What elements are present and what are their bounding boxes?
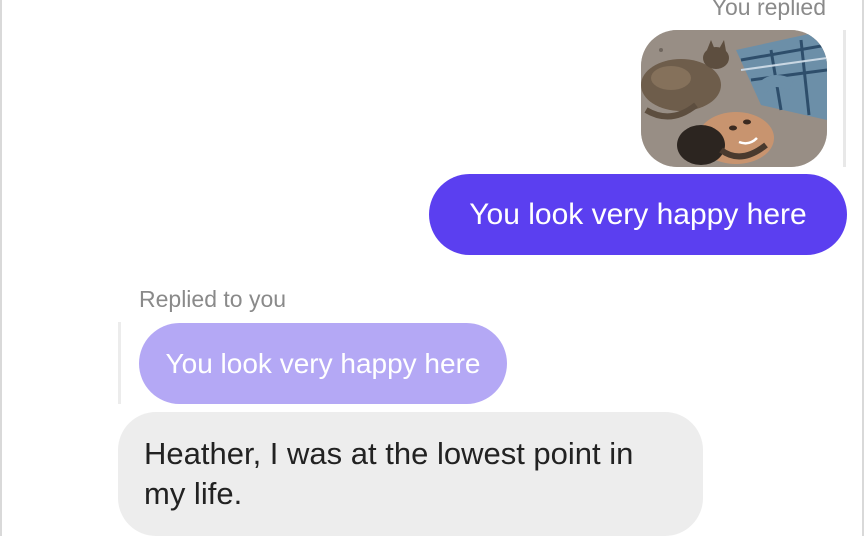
quote-bar-outgoing xyxy=(843,30,846,167)
quoted-message-bubble[interactable]: You look very happy here xyxy=(139,323,507,404)
replied-to-you-label: Replied to you xyxy=(139,286,287,312)
quote-bar-incoming xyxy=(118,322,121,404)
screen-left-edge xyxy=(0,0,2,536)
incoming-message-bubble[interactable]: Heather, I was at the lowest point in my… xyxy=(118,412,703,536)
you-replied-label: You replied xyxy=(711,0,826,20)
shared-photo[interactable] xyxy=(641,30,827,167)
outgoing-message-bubble[interactable]: You look very happy here xyxy=(429,174,847,255)
